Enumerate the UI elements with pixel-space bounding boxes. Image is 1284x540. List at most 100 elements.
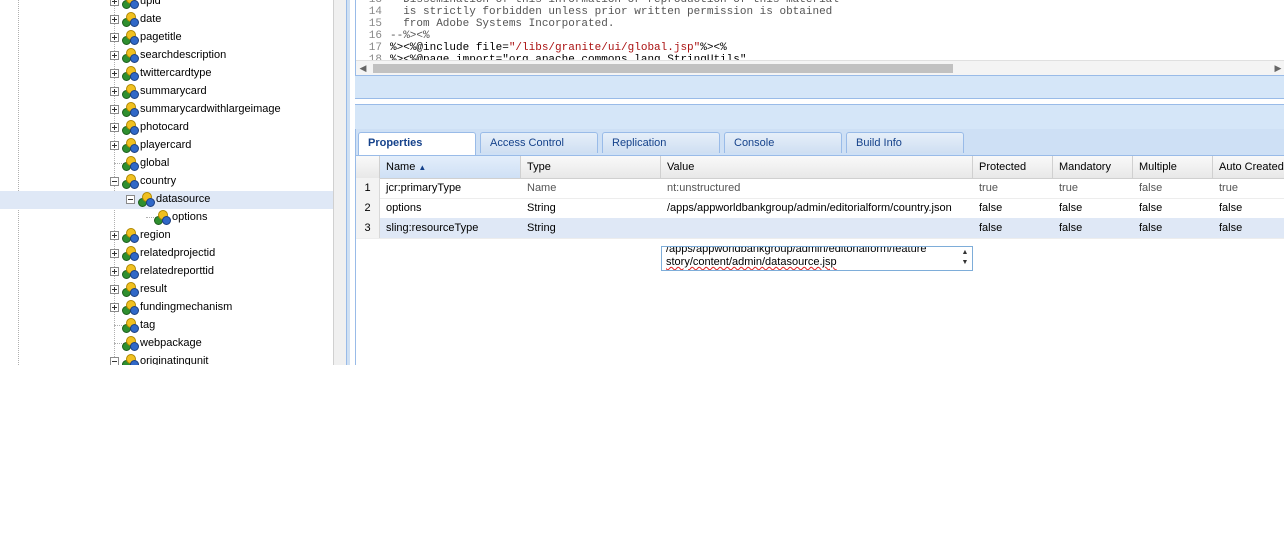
scrollbar-thumb[interactable] [373,64,953,73]
expand-icon[interactable] [110,33,119,42]
cell-auto[interactable]: false [1213,198,1284,218]
tree-item-playercard[interactable]: playercard [0,137,333,155]
value-edit-field[interactable]: /apps/appworldbankgroup/admin/editorialf… [661,246,973,271]
collapse-icon[interactable] [126,195,135,204]
tree-item-label: global [140,157,170,169]
column-header-value[interactable]: Value [661,156,973,178]
cell-type[interactable]: String [521,198,661,218]
row-number: 1 [356,178,380,198]
cell-multiple[interactable]: false [1133,218,1213,238]
node-icon [122,30,139,45]
tree-item-tag[interactable]: tag [0,317,333,335]
cell-value[interactable]: nt:unstructured [661,178,973,198]
expand-icon[interactable] [110,285,119,294]
column-header-type[interactable]: Type [521,156,661,178]
expand-icon[interactable] [110,231,119,240]
node-icon [138,192,155,207]
cell-mandatory[interactable]: true [1053,178,1133,198]
node-icon [122,102,139,117]
tab-replication[interactable]: Replication [602,132,720,153]
line-number: 15 [368,18,382,30]
cell-type[interactable]: String [521,218,661,238]
table-row[interactable]: 1 jcr:primaryType Name nt:unstructured true t… [356,178,1284,199]
cell-name[interactable]: options [380,198,521,218]
tree-item-label: date [140,13,162,25]
tree-item-originatingunit[interactable]: originatingunit [0,353,333,365]
value-edit-text[interactable]: /apps/appworldbankgroup/admin/editorialf… [666,247,946,269]
collapse-icon[interactable] [110,357,119,365]
tree-item-summarycard[interactable]: summarycard [0,83,333,101]
cell-name[interactable]: sling:resourceType [380,218,521,238]
cell-value[interactable]: /apps/appworldbankgroup/admin/editorialf… [661,198,973,218]
cell-mandatory[interactable]: false [1053,218,1133,238]
tree-item-datasource[interactable]: datasource [0,191,333,209]
tree-item-label: datasource [156,193,211,205]
column-header-auto-created[interactable]: Auto Created [1213,156,1284,178]
cell-type[interactable]: Name [521,178,661,198]
row-number: 2 [356,198,380,218]
cell-auto[interactable]: true [1213,178,1284,198]
expand-icon[interactable] [110,105,119,114]
scroll-right-icon[interactable]: ▶ [1271,61,1284,75]
repository-tree[interactable]: upid date pagetitle searchdescription twitte… [0,0,333,365]
line-number: 17 [368,42,382,54]
tree-item-summarycardwithlargeimage[interactable]: summarycardwithlargeimage [0,101,333,119]
cell-multiple[interactable]: false [1133,198,1213,218]
column-header-multiple[interactable]: Multiple [1133,156,1213,178]
cell-protected[interactable]: true [973,178,1053,198]
tree-item-country[interactable]: country [0,173,333,191]
cell-name[interactable]: jcr:primaryType [380,178,521,198]
node-icon [154,210,171,225]
tree-item-result[interactable]: result [0,281,333,299]
expand-icon[interactable] [110,141,119,150]
node-icon [122,156,139,171]
expand-icon[interactable] [110,0,119,6]
tree-item-label: tag [140,319,156,331]
cell-value[interactable] [661,218,973,238]
properties-header-bar [355,104,1284,129]
tab-build-info[interactable]: Build Info [846,132,964,153]
tree-item-searchdescription[interactable]: searchdescription [0,47,333,65]
expand-icon[interactable] [110,87,119,96]
code-editor[interactable]: 13 Dissemination of this information or … [355,0,1284,76]
editor-horizontal-scrollbar[interactable]: ◀ ▶ [356,60,1284,75]
cell-protected[interactable]: false [973,218,1053,238]
tree-item-twittercardtype[interactable]: twittercardtype [0,65,333,83]
tree-item-options[interactable]: options [0,209,333,227]
expand-icon[interactable] [110,123,119,132]
table-row[interactable]: 2 options String/apps/appworldbankgroup/ad… [356,198,1284,219]
expand-icon[interactable] [110,267,119,276]
tree-item-label: pagetitle [140,31,182,43]
scroll-left-icon[interactable]: ◀ [356,61,370,75]
cell-mandatory[interactable]: false [1053,198,1133,218]
tree-item-fundingmechanism[interactable]: fundingmechanism [0,299,333,317]
tree-item-webpackage[interactable]: webpackage [0,335,333,353]
tab-properties[interactable]: Properties [358,132,476,155]
tree-item-pagetitle[interactable]: pagetitle [0,29,333,47]
cell-multiple[interactable]: false [1133,178,1213,198]
tree-item-relatedreporttid[interactable]: relatedreporttid [0,263,333,281]
spinner-icon[interactable]: ▲ ▼ [960,248,970,268]
tree-item-date[interactable]: date [0,11,333,29]
node-icon [122,228,139,243]
tree-item-region[interactable]: region [0,227,333,245]
tree-item-global[interactable]: global [0,155,333,173]
tab-console[interactable]: Console [724,132,842,153]
tree-item-photocard[interactable]: photocard [0,119,333,137]
expand-icon[interactable] [110,69,119,78]
expand-icon[interactable] [110,51,119,60]
cell-auto[interactable]: false [1213,218,1284,238]
column-header-protected[interactable]: Protected [973,156,1053,178]
expand-icon[interactable] [110,249,119,258]
panel-splitter[interactable] [333,0,350,365]
cell-protected[interactable]: false [973,198,1053,218]
tree-item-relatedprojectid[interactable]: relatedprojectid [0,245,333,263]
table-row[interactable]: 3 sling:resourceType String false false false… [356,218,1284,239]
column-header-mandatory[interactable]: Mandatory [1053,156,1133,178]
column-header-name[interactable]: Name ▲ [380,156,521,178]
tree-item-upid[interactable]: upid [0,0,333,11]
expand-icon[interactable] [110,15,119,24]
expand-icon[interactable] [110,303,119,312]
tab-access-control[interactable]: Access Control [480,132,598,153]
collapse-icon[interactable] [110,177,119,186]
